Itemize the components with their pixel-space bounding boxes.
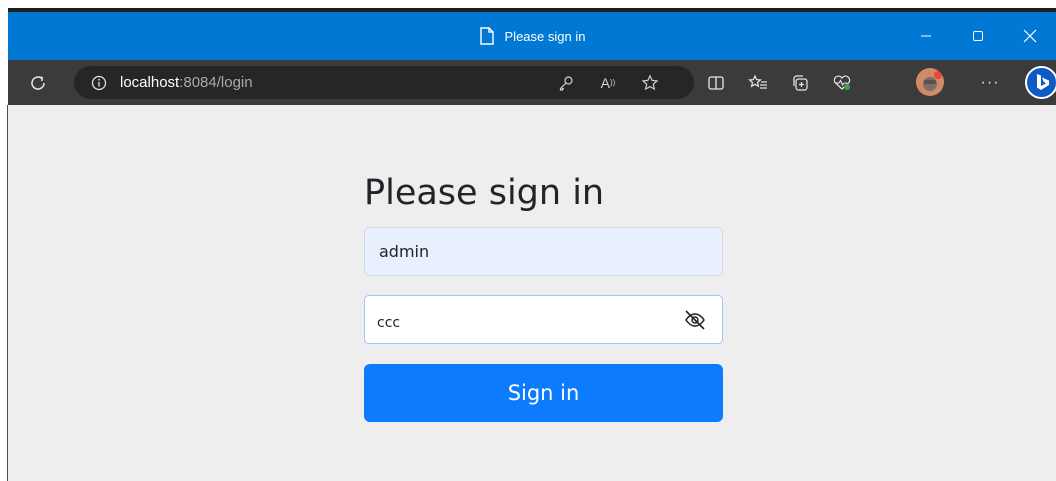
window-controls <box>900 12 1056 60</box>
title-bar: Please sign in <box>8 12 1056 60</box>
maximize-icon <box>973 31 983 41</box>
top-edge <box>0 0 1056 12</box>
username-value: admin <box>379 242 430 261</box>
favorite-star-icon[interactable] <box>636 66 664 99</box>
eye-off-icon <box>685 310 705 330</box>
profile-avatar[interactable] <box>916 68 944 96</box>
url-path: :8084/login <box>179 74 253 91</box>
page-content: Please sign in admin ccc Sign in <box>8 105 1056 481</box>
key-icon[interactable] <box>552 66 580 99</box>
minimize-icon <box>921 35 931 37</box>
window-title: Please sign in <box>504 28 586 44</box>
url-text[interactable]: localhost:8084/login <box>120 66 253 99</box>
address-bar[interactable]: localhost:8084/login A)) <box>74 66 694 99</box>
document-icon <box>479 27 495 45</box>
close-button[interactable] <box>1004 12 1056 60</box>
more-icon[interactable]: ··· <box>974 60 1006 105</box>
browser-window: Please sign in localhost:8084/login A))… <box>0 0 1056 481</box>
collections-icon[interactable] <box>784 60 816 105</box>
read-aloud-icon[interactable]: A)) <box>594 66 622 99</box>
password-field[interactable]: ccc <box>364 295 723 344</box>
sign-in-button[interactable]: Sign in <box>364 364 723 422</box>
toggle-password-visibility-button[interactable] <box>682 308 708 332</box>
browser-toolbar: localhost:8084/login A)) ··· <box>8 60 1056 105</box>
url-host: localhost <box>120 74 180 91</box>
maximize-button[interactable] <box>952 12 1004 60</box>
password-value: ccc <box>377 315 401 331</box>
info-icon[interactable] <box>88 66 110 99</box>
username-field[interactable]: admin <box>364 227 723 276</box>
browser-essentials-icon[interactable] <box>826 60 858 105</box>
close-icon <box>1023 29 1037 43</box>
refresh-icon[interactable] <box>22 60 54 105</box>
favorites-icon[interactable] <box>742 60 774 105</box>
page-title: Please sign in <box>364 173 605 213</box>
minimize-button[interactable] <box>900 12 952 60</box>
bing-copilot-icon[interactable] <box>1025 66 1056 99</box>
split-screen-icon[interactable] <box>700 60 732 105</box>
